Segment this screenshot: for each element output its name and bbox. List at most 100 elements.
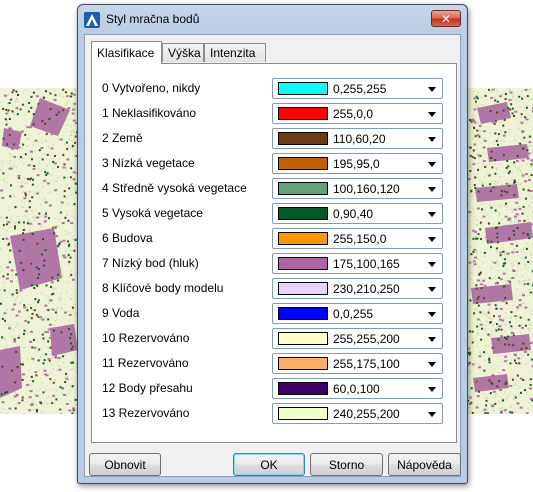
chevron-down-icon	[428, 162, 436, 167]
class-label: 4 Středně vysoká vegetace	[102, 181, 247, 195]
color-dropdown[interactable]: 255,150,0	[272, 228, 443, 249]
point-cloud-style-dialog: Styl mračna bodů ✕ Klasifikace Výška Int…	[77, 4, 468, 484]
color-dropdown[interactable]: 60,0,100	[272, 378, 443, 399]
class-row: 10 Rezervováno 255,255,200	[92, 328, 456, 350]
color-value: 255,150,0	[333, 232, 387, 246]
color-dropdown[interactable]: 240,255,200	[272, 403, 443, 424]
color-swatch	[278, 82, 328, 95]
class-row: 5 Vysoká vegetace 0,90,40	[92, 203, 456, 225]
class-row: 7 Nízký bod (hluk) 175,100,165	[92, 253, 456, 275]
color-value: 0,0,255	[333, 307, 374, 321]
class-label: 11 Rezervováno	[102, 356, 189, 370]
point-cloud-left	[0, 88, 80, 414]
color-value: 240,255,200	[333, 407, 400, 421]
chevron-down-icon	[428, 262, 436, 267]
class-row: 6 Budova 255,150,0	[92, 228, 456, 250]
autocad-logo-icon	[84, 12, 100, 28]
color-swatch	[278, 307, 328, 320]
color-swatch	[278, 332, 328, 345]
color-dropdown[interactable]: 255,255,200	[272, 328, 443, 349]
color-value: 60,0,100	[333, 382, 380, 396]
color-dropdown[interactable]: 100,160,120	[272, 178, 443, 199]
chevron-down-icon	[428, 337, 436, 342]
class-label: 3 Nízká vegetace	[102, 156, 195, 170]
color-dropdown[interactable]: 0,90,40	[272, 203, 443, 224]
tab-vyska[interactable]: Výška	[162, 43, 204, 62]
point-cloud-right	[467, 88, 533, 414]
color-value: 255,255,200	[333, 332, 400, 346]
cancel-button[interactable]: Storno	[310, 453, 383, 476]
class-label: 13 Rezervováno	[102, 406, 190, 420]
color-swatch	[278, 107, 328, 120]
close-button[interactable]: ✕	[431, 10, 461, 27]
tab-intenzita[interactable]: Intenzita	[204, 43, 266, 62]
color-dropdown[interactable]: 0,255,255	[272, 78, 443, 99]
class-label: 9 Voda	[102, 306, 140, 320]
color-dropdown[interactable]: 110,60,20	[272, 128, 443, 149]
class-label: 2 Země	[102, 131, 143, 145]
class-label: 7 Nízký bod (hluk)	[102, 256, 199, 270]
chevron-down-icon	[428, 112, 436, 117]
class-row: 13 Rezervováno 240,255,200	[92, 403, 456, 425]
color-swatch	[278, 407, 328, 420]
class-label: 10 Rezervováno	[102, 331, 190, 345]
class-label: 1 Neklasifikováno	[102, 106, 197, 120]
class-label: 0 Vytvořeno, nikdy	[102, 81, 201, 95]
chevron-down-icon	[428, 237, 436, 242]
class-row: 3 Nízká vegetace 195,95,0	[92, 153, 456, 175]
color-dropdown[interactable]: 175,100,165	[272, 253, 443, 274]
color-swatch	[278, 182, 328, 195]
class-row: 8 Klíčové body modelu 230,210,250	[92, 278, 456, 300]
color-swatch	[278, 232, 328, 245]
chevron-down-icon	[428, 187, 436, 192]
chevron-down-icon	[428, 87, 436, 92]
color-swatch	[278, 357, 328, 370]
color-swatch	[278, 257, 328, 270]
class-row: 0 Vytvořeno, nikdy 0,255,255	[92, 78, 456, 100]
chevron-down-icon	[428, 312, 436, 317]
class-label: 5 Vysoká vegetace	[102, 206, 203, 220]
window-title: Styl mračna bodů	[106, 12, 200, 26]
class-row: 9 Voda 0,0,255	[92, 303, 456, 325]
chevron-down-icon	[428, 362, 436, 367]
color-dropdown[interactable]: 0,0,255	[272, 303, 443, 324]
color-swatch	[278, 207, 328, 220]
class-row: 12 Body přesahu 60,0,100	[92, 378, 456, 400]
class-row: 4 Středně vysoká vegetace 100,160,120	[92, 178, 456, 200]
chevron-down-icon	[428, 387, 436, 392]
color-swatch	[278, 282, 328, 295]
chevron-down-icon	[428, 412, 436, 417]
title-bar[interactable]: Styl mračna bodů ✕	[78, 5, 467, 33]
class-row: 2 Země 110,60,20	[92, 128, 456, 150]
color-value: 175,100,165	[333, 257, 400, 271]
color-dropdown[interactable]: 255,0,0	[272, 103, 443, 124]
color-dropdown[interactable]: 195,95,0	[272, 153, 443, 174]
color-value: 100,160,120	[333, 182, 400, 196]
color-value: 230,210,250	[333, 282, 400, 296]
reset-button[interactable]: Obnovit	[89, 453, 161, 476]
color-dropdown[interactable]: 230,210,250	[272, 278, 443, 299]
dialog-client-area: Klasifikace Výška Intenzita 0 Vytvořeno,…	[84, 34, 461, 477]
color-value: 0,90,40	[333, 207, 374, 221]
chevron-down-icon	[428, 287, 436, 292]
color-swatch	[278, 132, 328, 145]
class-row: 11 Rezervováno 255,175,100	[92, 353, 456, 375]
class-label: 12 Body přesahu	[102, 381, 193, 395]
help-button[interactable]: Nápověda	[388, 453, 461, 476]
color-value: 0,255,255	[333, 82, 387, 96]
color-dropdown[interactable]: 255,175,100	[272, 353, 443, 374]
chevron-down-icon	[428, 137, 436, 142]
color-swatch	[278, 382, 328, 395]
class-row: 1 Neklasifikováno 255,0,0	[92, 103, 456, 125]
color-value: 255,175,100	[333, 357, 400, 371]
color-swatch	[278, 157, 328, 170]
tab-klasifikace[interactable]: Klasifikace	[91, 41, 162, 64]
color-value: 255,0,0	[333, 107, 374, 121]
class-label: 8 Klíčové body modelu	[102, 281, 224, 295]
chevron-down-icon	[428, 212, 436, 217]
color-value: 110,60,20	[333, 132, 386, 146]
class-label: 6 Budova	[102, 231, 153, 245]
classification-panel: 0 Vytvořeno, nikdy 0,255,255 1 Neklasifiko…	[91, 63, 457, 443]
color-value: 195,95,0	[333, 157, 380, 171]
ok-button[interactable]: OK	[233, 453, 305, 476]
